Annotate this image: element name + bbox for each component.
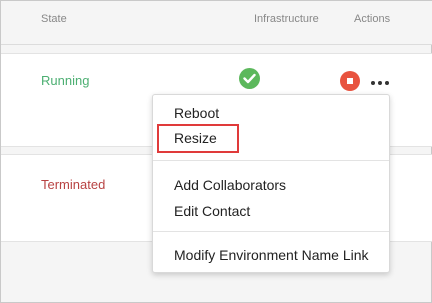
actions-dropdown-menu: Reboot Resize Add Collaborators Edit Con… <box>152 94 390 273</box>
menu-item-reboot[interactable]: Reboot <box>174 105 219 121</box>
menu-divider <box>153 160 389 161</box>
column-header-infrastructure: Infrastructure <box>254 13 319 25</box>
table-header: State Infrastructure Actions <box>1 1 432 45</box>
resize-highlight-box <box>157 124 239 153</box>
stop-button[interactable] <box>340 71 360 91</box>
more-actions-button[interactable] <box>368 72 392 88</box>
menu-item-add-collaborators[interactable]: Add Collaborators <box>174 177 286 193</box>
menu-item-edit-contact[interactable]: Edit Contact <box>174 203 250 219</box>
more-dot-icon <box>371 81 375 85</box>
column-header-actions: Actions <box>354 13 391 25</box>
check-circle-icon <box>239 68 260 89</box>
column-header-state: State <box>41 13 67 25</box>
more-dot-icon <box>378 81 382 85</box>
state-label: Terminated <box>41 177 106 192</box>
menu-divider <box>153 231 389 232</box>
state-label: Running <box>41 73 90 88</box>
menu-item-modify-environment-name-link[interactable]: Modify Environment Name Link <box>174 247 369 263</box>
more-dot-icon <box>385 81 389 85</box>
stop-icon <box>347 78 353 84</box>
